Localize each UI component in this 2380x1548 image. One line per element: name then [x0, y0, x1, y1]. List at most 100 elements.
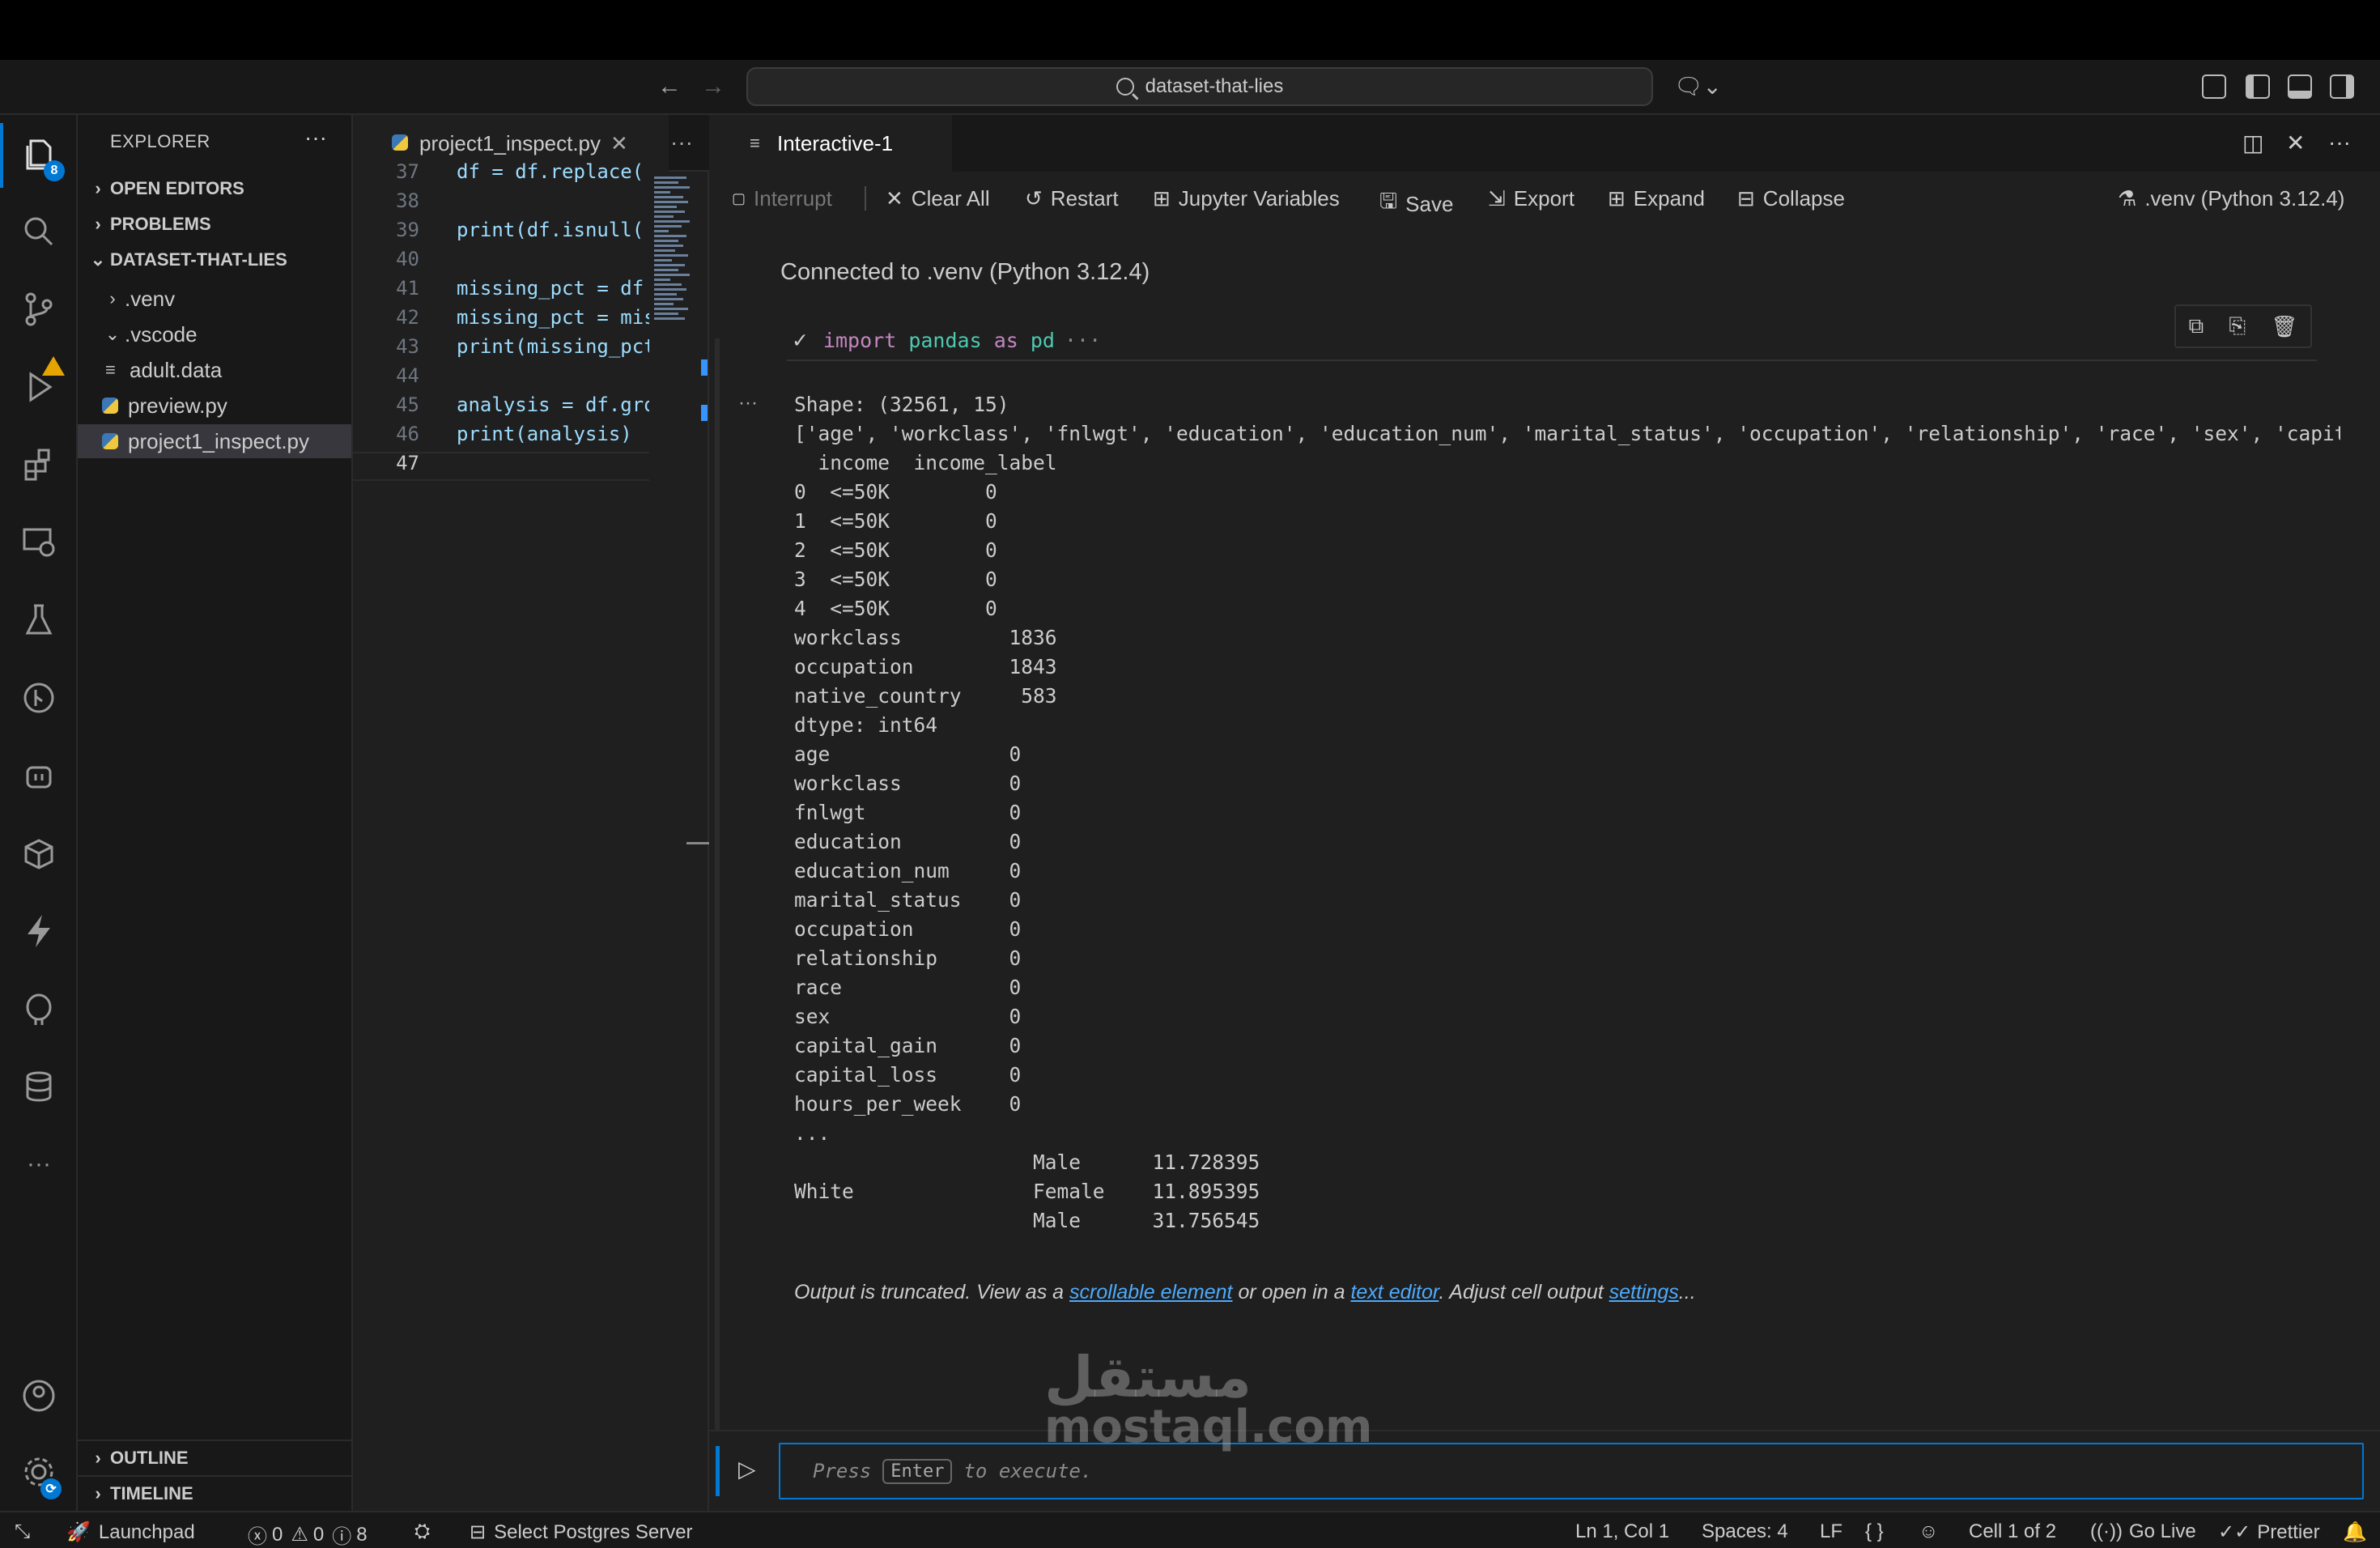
goto-code-icon[interactable]: ⎘ [2229, 313, 2246, 339]
tree-item-venv[interactable]: › .venv [78, 282, 351, 316]
code-line[interactable]: 44 [353, 364, 649, 393]
close-icon[interactable]: ✕ [2286, 130, 2305, 156]
code-line[interactable]: 40 [353, 248, 649, 277]
code-line[interactable]: 41 missing_pct = df [353, 277, 649, 306]
problems-section[interactable]: › PROBLEMS [86, 214, 210, 235]
tab-interactive-1[interactable]: ≡ Interactive-1 [709, 115, 952, 172]
go-live-item[interactable]: ((·)) Go Live [2090, 1520, 2196, 1543]
copilot-chat-icon[interactable]: 🗨⌄ [1674, 73, 1722, 100]
debug-icon[interactable]: ⛭ [414, 1520, 430, 1543]
run-icon[interactable]: ▷ [738, 1456, 756, 1482]
code-line[interactable]: 39 print(df.isnull( [353, 219, 649, 248]
minimap-line [654, 215, 674, 218]
export-button[interactable]: ⇲ Export [1488, 186, 1575, 211]
tree-item-vscode[interactable]: ⌄ .vscode [78, 317, 351, 351]
sidebar-more-icon[interactable]: ··· [304, 125, 327, 151]
kernel-picker-button[interactable]: ⚗ .venv (Python 3.12.4) [2118, 186, 2344, 211]
database-activity[interactable] [0, 1054, 78, 1119]
cell-indicator[interactable]: Cell 1 of 2 [1969, 1520, 2056, 1543]
command-center-search[interactable]: dataset-that-lies [746, 67, 1653, 106]
settings-link[interactable]: settings [1609, 1281, 1679, 1303]
folder-section[interactable]: ⌄ DATASET-THAT-LIES [86, 249, 287, 270]
save-button[interactable]: 🖫 Save [1379, 186, 1453, 222]
end-of-line[interactable]: LF [1820, 1520, 1842, 1543]
clear-all-button[interactable]: ✕ Clear All [886, 186, 990, 211]
open-editors-section[interactable]: › OPEN EDITORS [86, 178, 244, 199]
accounts-activity[interactable] [0, 1363, 78, 1428]
code-line[interactable]: 38 [353, 189, 649, 219]
thunder-activity[interactable] [0, 899, 78, 963]
customize-layout-icon[interactable] [2202, 74, 2226, 99]
output-line: occupation 1843 [794, 655, 1057, 678]
code-line[interactable]: 42 missing_pct = mis [353, 306, 649, 335]
python-file-icon [102, 398, 118, 414]
code-text: df = df.replace( [457, 160, 644, 183]
jupyter-variables-button[interactable]: ⊞ Jupyter Variables [1153, 186, 1340, 211]
collapse-button[interactable]: ⊟ Collapse [1737, 186, 1845, 211]
interactive-input[interactable]: Press Enter to execute. [779, 1443, 2364, 1499]
code-line[interactable]: 37 df = df.replace( [353, 160, 649, 189]
button-label: .venv (Python 3.12.4) [2144, 186, 2345, 211]
notifications-icon[interactable]: 🔔 [2343, 1520, 2367, 1544]
interrupt-button[interactable]: ▢ Interrupt [732, 186, 832, 211]
containers-activity[interactable] [0, 821, 78, 886]
problems-item[interactable]: ⓧ 0 ⚠ 0 ⓘ 8 [248, 1520, 368, 1548]
minimap[interactable] [649, 172, 698, 415]
testing-activity[interactable] [0, 588, 78, 653]
delete-icon[interactable]: 🗑 [2271, 314, 2297, 339]
cursor-position[interactable]: Ln 1, Col 1 [1575, 1520, 1669, 1543]
restart-button[interactable]: ↺ Restart [1025, 186, 1119, 211]
copy-icon[interactable]: ⧉ [2189, 313, 2204, 339]
launchpad-item[interactable]: 🚀 Launchpad [66, 1520, 195, 1544]
search-activity[interactable] [0, 199, 78, 264]
more-actions-icon[interactable]: ··· [2328, 130, 2351, 155]
run-debug-activity[interactable] [0, 355, 78, 419]
forward-arrow-icon[interactable]: → [701, 73, 725, 100]
remote-indicator-icon[interactable]: ⤡ [15, 1520, 30, 1543]
code-line[interactable]: 43 print(missing_pct [353, 335, 649, 364]
notice-text: ... [1678, 1281, 1696, 1303]
scrollable-element-link[interactable]: scrollable element [1069, 1281, 1233, 1303]
close-icon[interactable]: ✕ [610, 131, 628, 156]
text-editor-link[interactable]: text editor [1350, 1281, 1439, 1303]
explorer-activity[interactable]: 8 [0, 123, 78, 188]
collapsed-cell-input[interactable]: ✓ import pandas as pd ··· [792, 329, 1101, 352]
chevron-right-icon: › [95, 1448, 101, 1468]
postgres-server-item[interactable]: ⊟ Select Postgres Server [470, 1520, 693, 1544]
line-number: 46 [396, 423, 419, 445]
extensions-activity[interactable] [0, 356, 78, 497]
toggle-secondary-sidebar-icon[interactable] [2330, 74, 2354, 99]
outline-section[interactable]: › OUTLINE [86, 1448, 189, 1469]
code-line[interactable]: 46 print(analysis) [353, 423, 649, 452]
remote-explorer-activity[interactable] [0, 510, 78, 575]
tree-item-adult-data[interactable]: ≡ adult.data [78, 353, 351, 387]
postgres-activity[interactable] [0, 976, 78, 1041]
section-label: OUTLINE [110, 1448, 189, 1468]
cell-output[interactable]: Shape: (32561, 15) ['age', 'workclass', '… [794, 390, 2340, 1232]
indentation[interactable]: Spaces: 4 [1702, 1520, 1788, 1543]
code-line[interactable]: 45 analysis = df.gro [353, 393, 649, 423]
toggle-panel-icon[interactable] [2288, 74, 2312, 99]
copilot-status-icon[interactable]: ☺ [1919, 1520, 1939, 1543]
toggle-primary-sidebar-icon[interactable] [2246, 74, 2270, 99]
manage-activity[interactable]: ⟳ [0, 1440, 78, 1504]
more-activity-icon[interactable]: ··· [0, 1132, 78, 1197]
language-mode[interactable]: { } [1865, 1520, 1884, 1543]
editor-more-icon[interactable]: ··· [670, 130, 693, 155]
tree-item-preview-py[interactable]: preview.py [78, 389, 351, 423]
split-editor-icon[interactable]: ◫ [2242, 130, 2263, 156]
line-number: 40 [396, 248, 419, 270]
timeline-section[interactable]: › TIMELINE [86, 1483, 193, 1504]
back-arrow-icon[interactable]: ← [657, 73, 682, 100]
expand-button[interactable]: ⊞ Expand [1608, 186, 1705, 211]
git-graph-activity[interactable] [0, 666, 78, 730]
minimap-line [654, 235, 686, 237]
output-line: fnlwgt 0 [794, 801, 1022, 824]
prettier-item[interactable]: ✓✓ Prettier [2218, 1520, 2320, 1544]
copilot-activity[interactable] [0, 743, 78, 808]
editor-sash[interactable] [686, 842, 709, 844]
tree-item-project1-inspect-py[interactable]: project1_inspect.py [78, 424, 351, 458]
minimap-line [654, 245, 683, 247]
source-control-activity[interactable] [0, 277, 78, 342]
output-actions-icon[interactable]: ··· [738, 392, 758, 415]
